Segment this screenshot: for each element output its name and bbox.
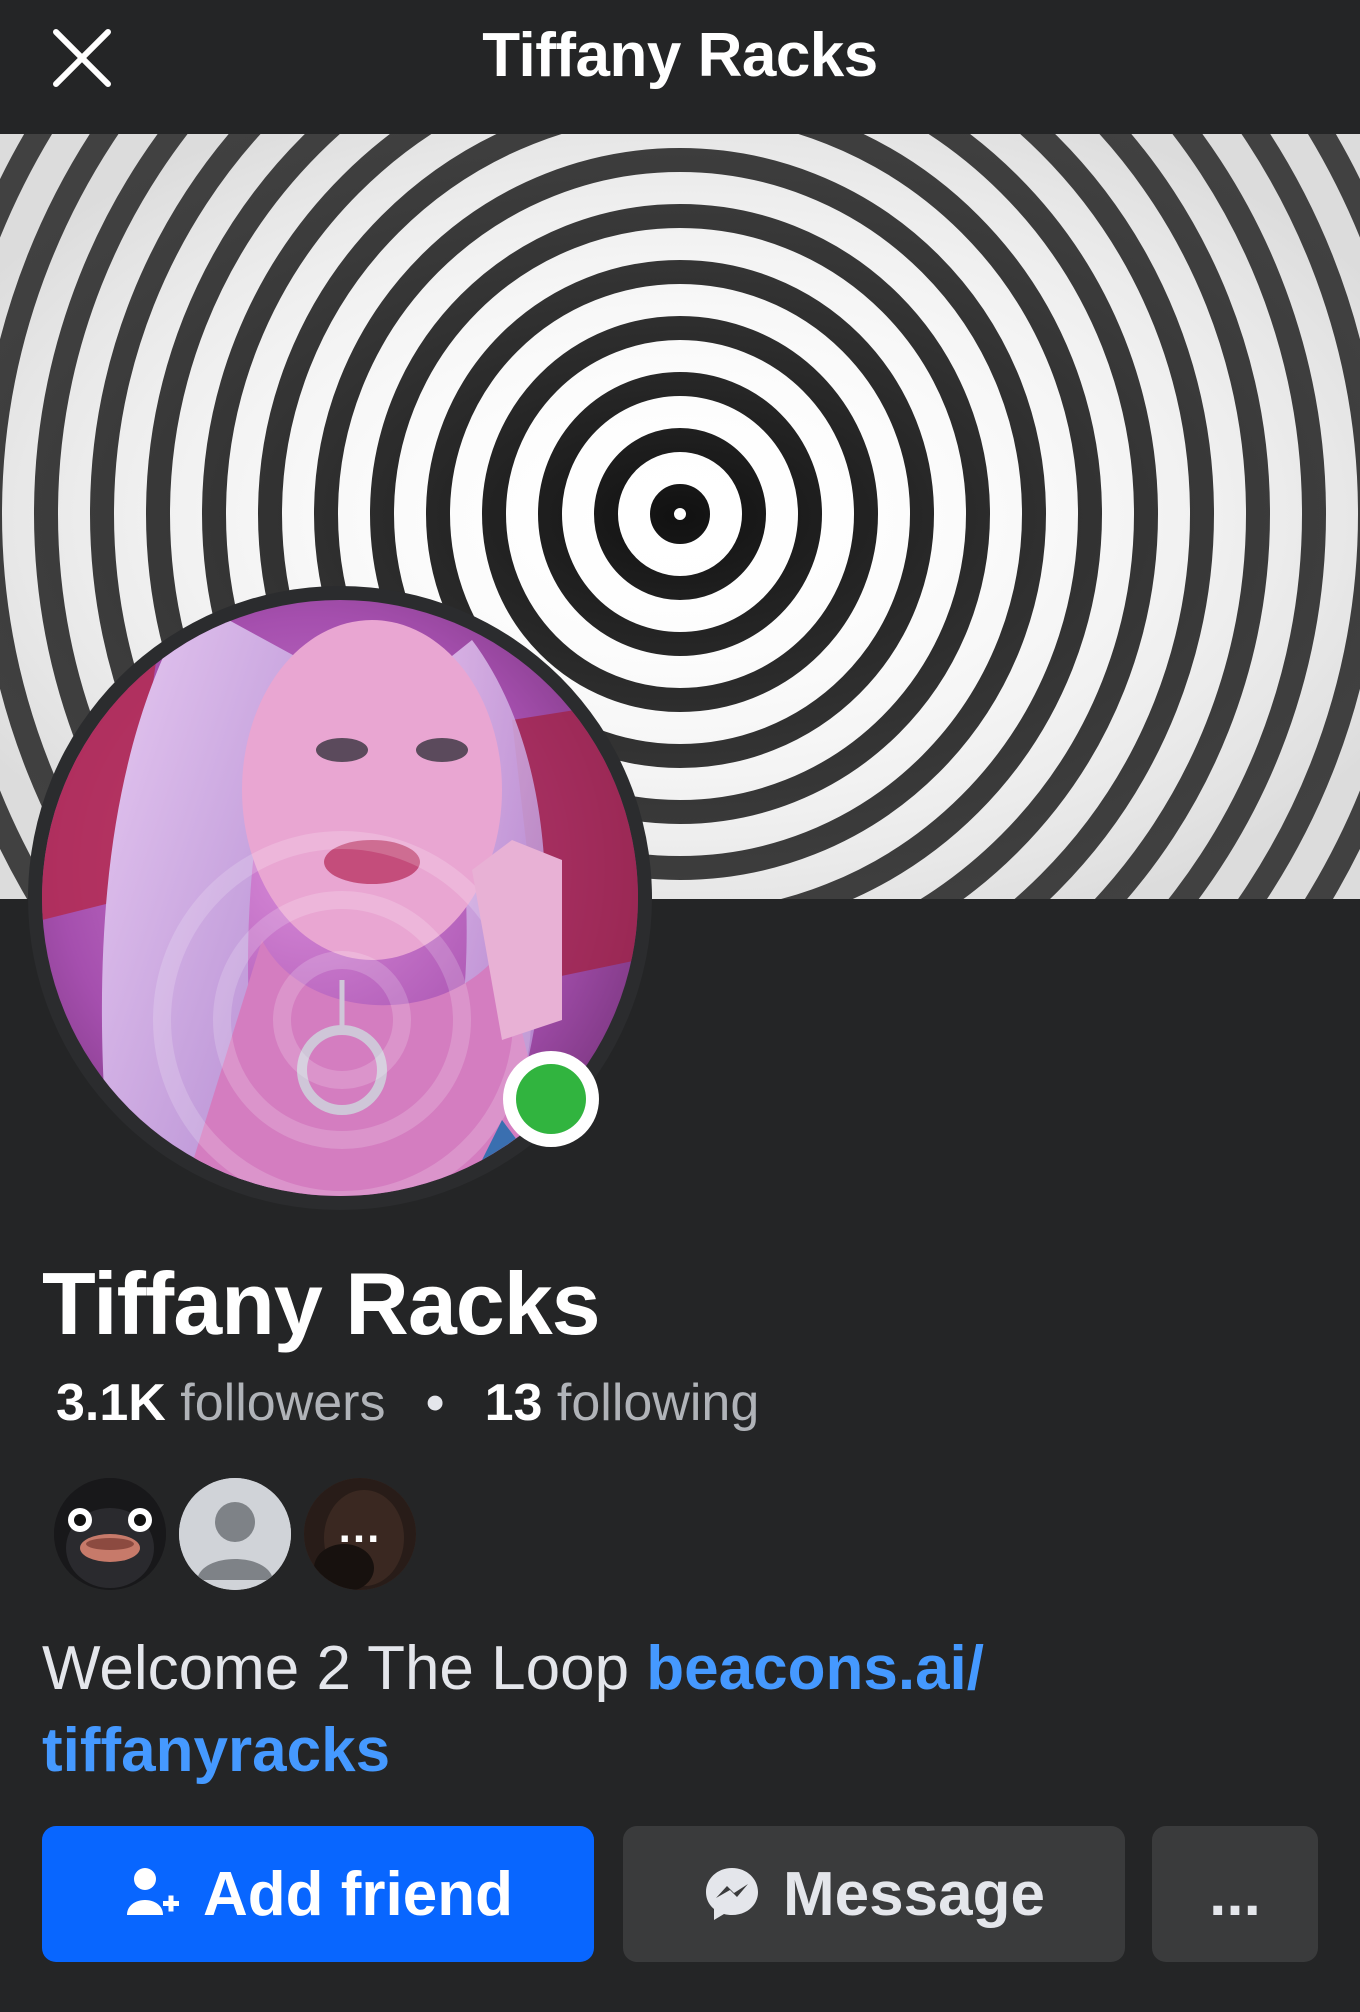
add-person-icon <box>123 1865 181 1923</box>
add-friend-button[interactable]: Add friend <box>42 1826 594 1962</box>
add-friend-label: Add friend <box>203 1859 513 1929</box>
more-options-button[interactable]: ... <box>1152 1826 1318 1962</box>
messenger-icon <box>703 1865 761 1923</box>
followers-count[interactable]: 3.1K <box>56 1374 166 1432</box>
top-bar: Tiffany Racks <box>0 0 1360 134</box>
followers-label[interactable]: followers <box>180 1374 385 1432</box>
page-title: Tiffany Racks <box>482 21 878 90</box>
message-label: Message <box>783 1859 1045 1929</box>
bio-text: Welcome 2 The Loop <box>42 1634 647 1703</box>
following-count[interactable]: 13 <box>485 1374 543 1432</box>
mutual-avatar-default[interactable] <box>179 1478 291 1590</box>
more-mutuals-label: ... <box>304 1478 416 1590</box>
profile-bio: Welcome 2 The Loop beacons.ai/ tiffanyra… <box>42 1628 1282 1792</box>
online-status-indicator <box>503 1051 599 1147</box>
mutual-avatar-penguin[interactable] <box>54 1478 166 1590</box>
message-button[interactable]: Message <box>623 1826 1125 1962</box>
profile-name: Tiffany Racks <box>42 1254 601 1353</box>
follow-stats: 3.1K followers • 13 following <box>56 1373 759 1433</box>
stats-separator: • <box>425 1374 445 1432</box>
following-label[interactable]: following <box>557 1374 759 1432</box>
mutual-avatar-more[interactable]: ... <box>304 1478 416 1590</box>
more-options-icon: ... <box>1209 1859 1261 1929</box>
